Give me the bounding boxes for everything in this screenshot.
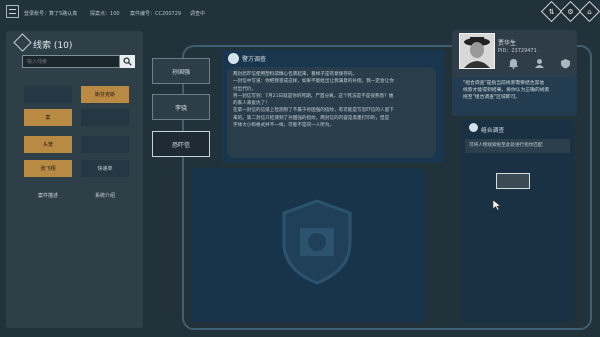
case-description: 两封恐吓信使用塑料袋精心包裹起来，看样子是有意保存的。 一封信中写道：你把我害成… xyxy=(227,67,436,158)
clue-item[interactable]: 快递单 xyxy=(81,160,129,177)
system-intro-button[interactable]: 系统介绍 xyxy=(81,187,129,204)
case-line: 付出代价。 xyxy=(233,86,256,92)
case-line: 字体大小和格式并不一样，可能不是同一人所为。 xyxy=(233,123,335,129)
character-name: 贾华生 xyxy=(498,40,517,47)
combo-title: 组合调查 xyxy=(481,128,505,134)
clue-slot-empty[interactable] xyxy=(81,109,129,126)
clue-search-input[interactable] xyxy=(22,55,120,68)
clue-item[interactable]: 案 xyxy=(24,109,72,126)
evidence-drop-area[interactable] xyxy=(191,168,425,322)
swap-icon: ⇅ xyxy=(548,7,555,16)
account-info: 登录账号：算了5路认真 xyxy=(24,11,78,17)
case-header: 警方调查 xyxy=(242,56,267,63)
tab-character-active[interactable]: 恐吓信 xyxy=(152,131,210,157)
avatar xyxy=(459,33,495,69)
case-description-button[interactable]: 案件描述 xyxy=(24,187,72,204)
tab-character[interactable]: 孙国强 xyxy=(152,58,210,84)
combo-icon xyxy=(469,123,478,132)
case-line: 一封信中写道：你把我害成这样，如果不能给出让我满意的补偿，我一定会让你 xyxy=(233,79,394,85)
clue-item[interactable]: 张飞翔 xyxy=(24,160,72,177)
user-icon[interactable] xyxy=(534,58,545,69)
status-info: 调查中 xyxy=(190,11,206,17)
clue-icon xyxy=(13,33,32,52)
clue-title: 线索 (10) xyxy=(33,41,73,51)
hint-text: "组合调查"是指当前线索需要结合其他 线索才能得到结果。将你认为正确的线索 拖至… xyxy=(463,81,550,100)
case-number-info: 案件编号：CC200729 xyxy=(130,11,182,17)
clue-panel: 线索 (10) 斯芬克斯 案 头笼 张飞翔 快递单 案件描述 系统介绍 xyxy=(6,31,143,328)
case-line: 另一封信写到：7月21日就是你的死期，尸首分离，这个死法是不是很熟悉？她 xyxy=(233,93,394,99)
clue-slot-empty[interactable] xyxy=(24,86,72,103)
cursor-icon xyxy=(492,199,502,211)
tab-character[interactable]: 李骁 xyxy=(152,94,210,120)
gear-icon: ⚙ xyxy=(567,7,574,16)
menu-icon[interactable] xyxy=(6,5,19,18)
clue-item[interactable]: 头笼 xyxy=(24,136,72,153)
case-line: 的家人来复仇了！ xyxy=(233,101,270,107)
clue-item[interactable]: 斯芬克斯 xyxy=(81,86,129,103)
clue-slot-empty[interactable] xyxy=(81,136,129,153)
search-icon xyxy=(123,57,132,66)
combo-question[interactable]: 可将人物线索拖至此处进行指纹匹配 xyxy=(465,139,570,153)
badge-watermark-icon xyxy=(282,199,352,285)
combo-drop-slot[interactable] xyxy=(496,173,530,189)
case-line: 来的。第二封信只检测到了孙国强的指纹，两封信的内容是黑墨打印的，但是 xyxy=(233,115,390,121)
points-info: 探案点：100 xyxy=(90,11,120,17)
bell-icon[interactable] xyxy=(508,58,519,69)
police-icon xyxy=(228,53,239,64)
case-line: 在第一封信的信纸上检测到了不属于孙国强的指纹，有可能是写恐吓信的人留下 xyxy=(233,108,394,114)
character-pid: PID：23729471 xyxy=(498,48,537,54)
shield-icon[interactable] xyxy=(560,58,571,69)
home-icon: ⌂ xyxy=(587,7,592,16)
case-line: 两封恐吓信使用塑料袋精心包裹起来，看样子是有意保存的。 xyxy=(233,72,358,77)
search-button[interactable] xyxy=(120,55,135,68)
